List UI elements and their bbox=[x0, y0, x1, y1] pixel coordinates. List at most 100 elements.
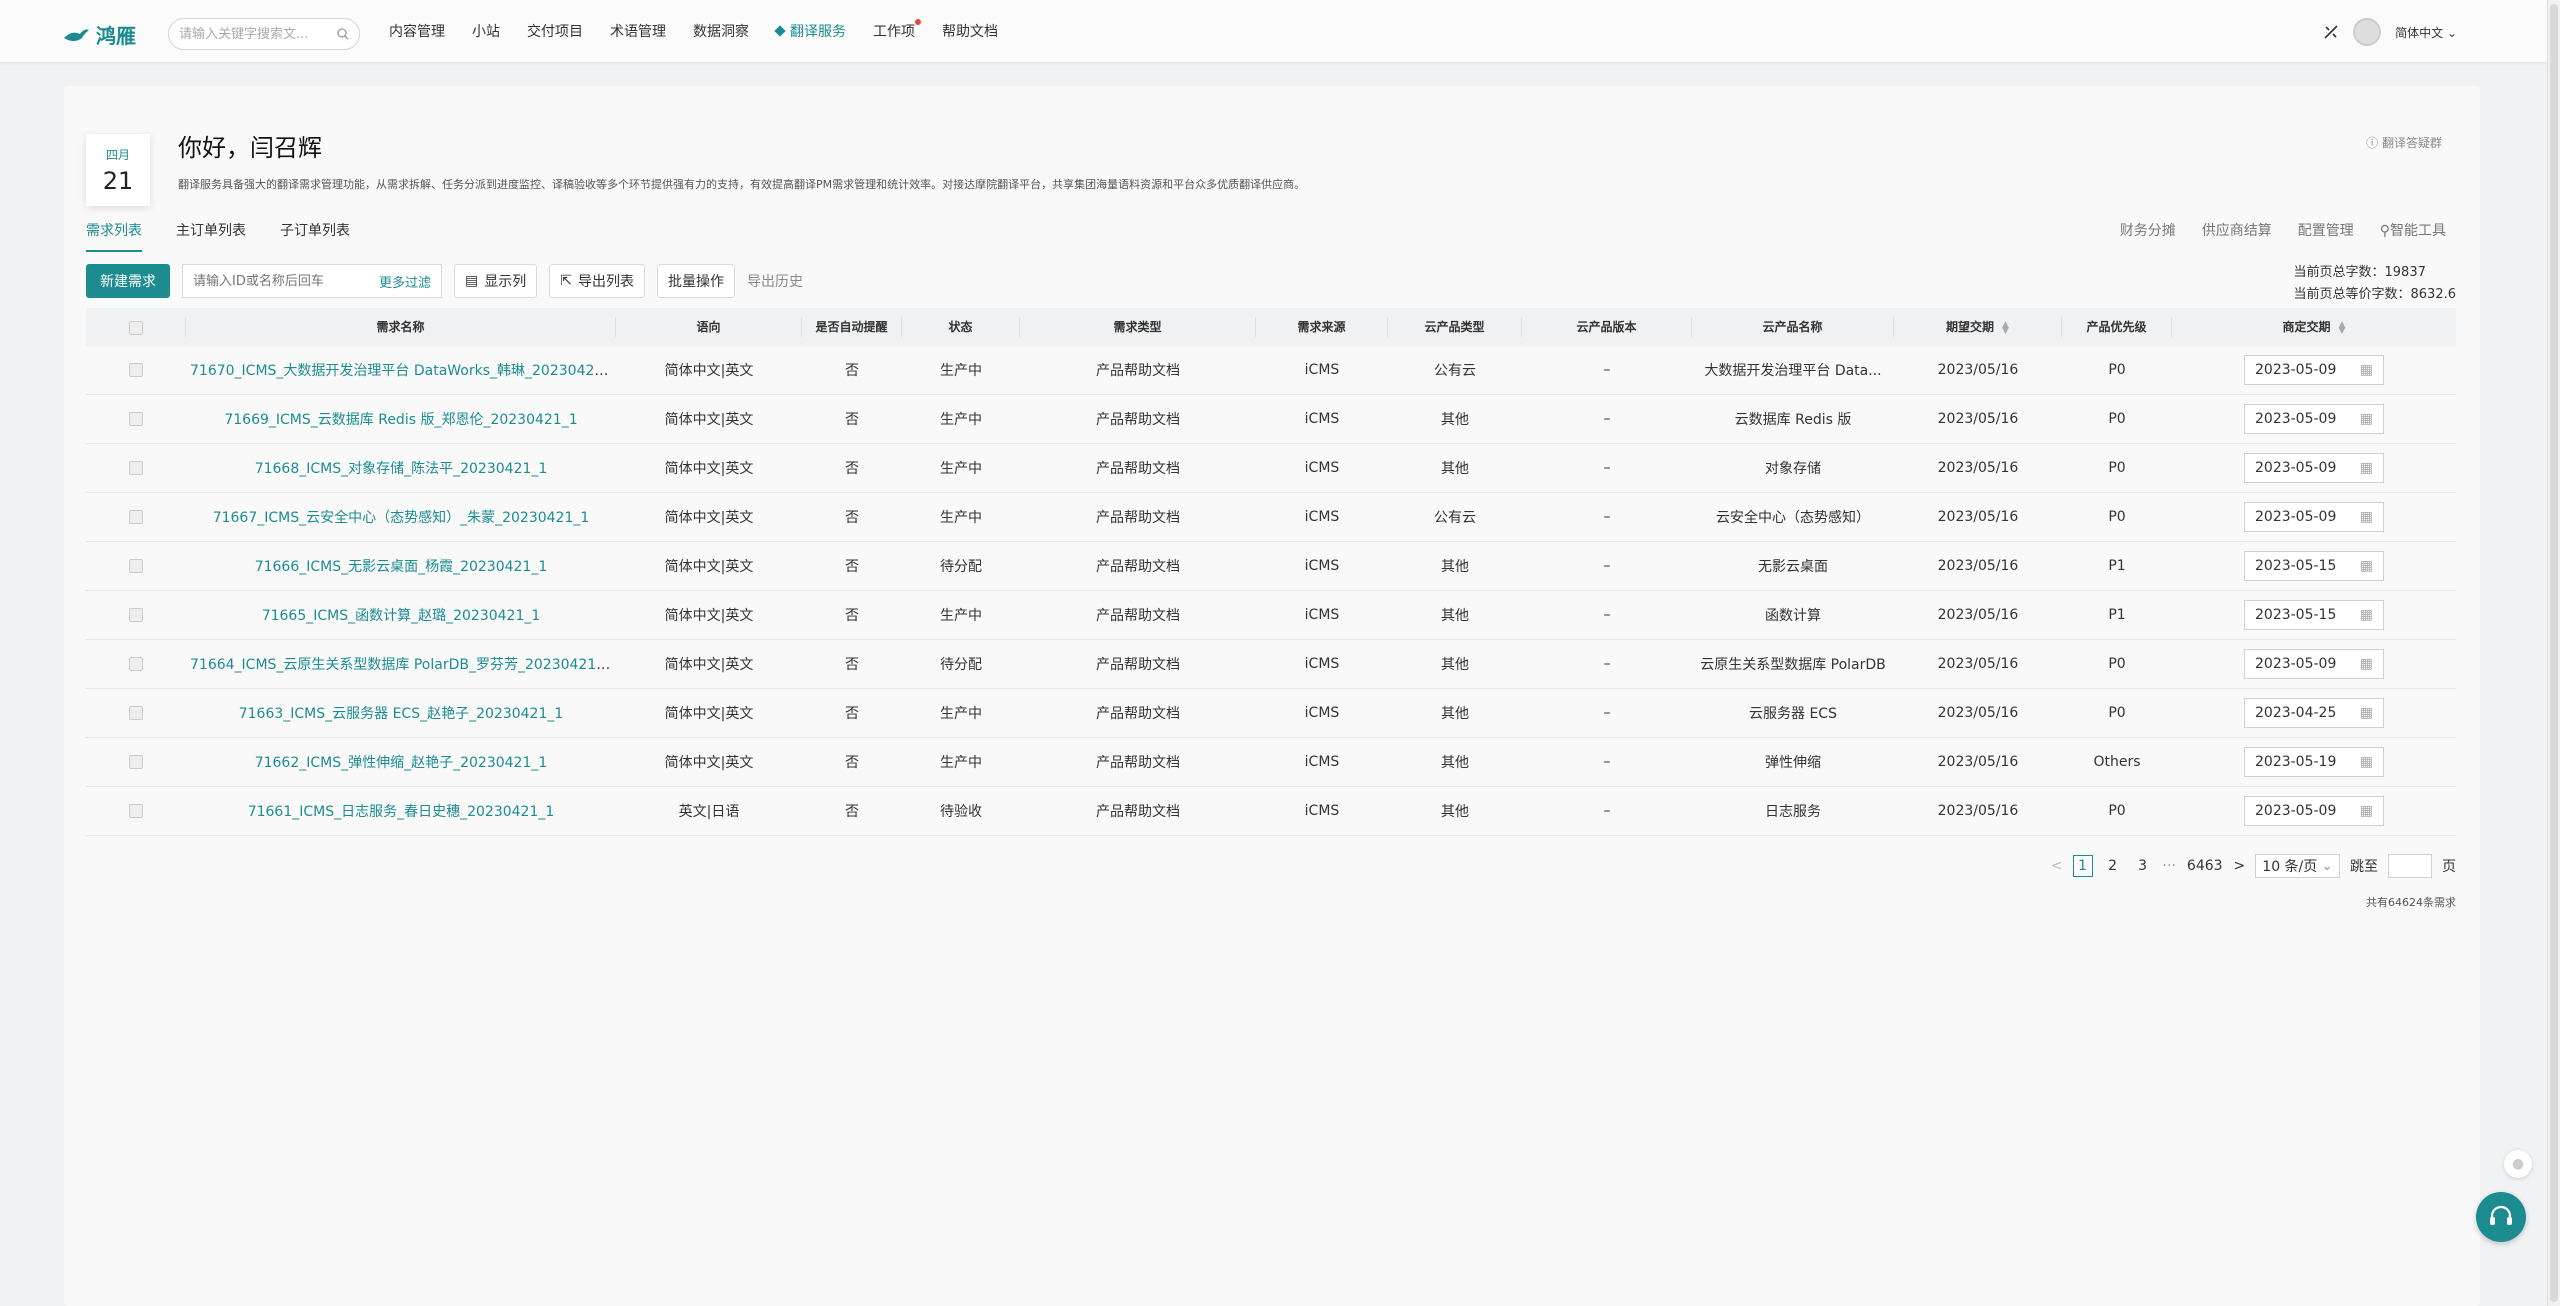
nav-item-translation[interactable]: 翻译服务 bbox=[774, 21, 846, 41]
sort-icon[interactable]: ▲ ▼ bbox=[2339, 320, 2346, 335]
date-picker[interactable]: 2023-05-09 ▦ bbox=[2244, 404, 2384, 434]
brand-logo[interactable]: 鸿雁 bbox=[62, 20, 136, 49]
table-cell: 简体中文|英文 bbox=[664, 608, 754, 624]
requirement-link[interactable]: 71669_ICMS_云数据库 Redis 版_郑恩伦_20230421_1 bbox=[224, 412, 577, 428]
word-counts: 当前页总字数：19837 当前页总等价字数：8632.6 bbox=[2294, 262, 2457, 306]
jump-page-input[interactable] bbox=[2388, 854, 2432, 878]
tab-sub-orders[interactable]: 子订单列表 bbox=[280, 220, 350, 252]
row-checkbox[interactable] bbox=[129, 804, 143, 818]
tool-finance[interactable]: 财务分摊 bbox=[2120, 220, 2176, 240]
table-row[interactable]: 71664_ICMS_云原生关系型数据库 PolarDB_罗芬芳_2023042… bbox=[86, 640, 2456, 689]
row-checkbox[interactable] bbox=[129, 510, 143, 524]
search-input[interactable] bbox=[179, 26, 337, 42]
row-checkbox[interactable] bbox=[129, 755, 143, 769]
page-last[interactable]: 6463 bbox=[2186, 855, 2224, 877]
row-checkbox[interactable] bbox=[129, 412, 143, 426]
language-switcher[interactable]: 简体中文 ⌄ bbox=[2395, 24, 2457, 41]
search-icon[interactable] bbox=[337, 28, 349, 40]
requirement-link[interactable]: 71663_ICMS_云服务器 ECS_赵艳子_20230421_1 bbox=[239, 706, 564, 722]
date-picker[interactable]: 2023-05-09 ▦ bbox=[2244, 355, 2384, 385]
table-row[interactable]: 71665_ICMS_函数计算_赵璐_20230421_1 简体中文|英文 否 生产中… bbox=[86, 591, 2456, 640]
date-picker[interactable]: 2023-05-09 ▦ bbox=[2244, 649, 2384, 679]
feedback-bubble-icon[interactable]: ● bbox=[2504, 1150, 2532, 1178]
customer-support-button[interactable] bbox=[2476, 1192, 2526, 1242]
table-row[interactable]: 71668_ICMS_对象存储_陈法平_20230421_1 简体中文|英文 否 生产… bbox=[86, 444, 2456, 493]
page-scrollbar[interactable] bbox=[2547, 0, 2560, 1306]
help-group-link[interactable]: ⓘ 翻译答疑群 bbox=[2366, 134, 2442, 151]
table-cell: 简体中文|英文 bbox=[664, 559, 754, 575]
requirement-link[interactable]: 71667_ICMS_云安全中心（态势感知）_朱蒙_20230421_1 bbox=[213, 510, 590, 526]
requirement-link[interactable]: 71661_ICMS_日志服务_春日史穗_20230421_1 bbox=[248, 804, 555, 820]
header-label: 期望交期 bbox=[1946, 320, 1995, 334]
date-month: 四月 bbox=[105, 148, 130, 162]
table-cell: 简体中文|英文 bbox=[664, 461, 754, 477]
row-checkbox-cell bbox=[86, 558, 186, 574]
header-sortable-cell[interactable]: 期望交期 ▲ ▼ bbox=[1894, 317, 2062, 337]
columns-button[interactable]: ▤ 显示列 bbox=[454, 264, 538, 298]
page-1[interactable]: 1 bbox=[2072, 855, 2093, 877]
table-row[interactable]: 71666_ICMS_无影云桌面_杨霞_20230421_1 简体中文|英文 否 待分… bbox=[86, 542, 2456, 591]
requirement-link[interactable]: 71665_ICMS_函数计算_赵璐_20230421_1 bbox=[262, 608, 541, 624]
global-search[interactable] bbox=[168, 18, 360, 50]
more-filter-link[interactable]: 更多过滤 bbox=[379, 272, 431, 291]
row-checkbox[interactable] bbox=[129, 706, 143, 720]
date-picker[interactable]: 2023-05-09 ▦ bbox=[2244, 796, 2384, 826]
tab-main-orders[interactable]: 主订单列表 bbox=[176, 220, 246, 252]
nav-item-terms[interactable]: 术语管理 bbox=[610, 21, 666, 41]
prev-page-button[interactable]: < bbox=[2051, 858, 2063, 874]
nav-item-site[interactable]: 小站 bbox=[472, 21, 500, 41]
page-2[interactable]: 2 bbox=[2103, 855, 2123, 877]
select-all-checkbox[interactable] bbox=[128, 320, 143, 335]
date-picker[interactable]: 2023-05-09 ▦ bbox=[2244, 453, 2384, 483]
requirement-link[interactable]: 71670_ICMS_大数据开发治理平台 DataWorks_韩琳_202304… bbox=[190, 363, 616, 379]
row-checkbox[interactable] bbox=[129, 559, 143, 573]
date-picker[interactable]: 2023-05-15 ▦ bbox=[2244, 551, 2384, 581]
requirement-link[interactable]: 71666_ICMS_无影云桌面_杨霞_20230421_1 bbox=[255, 559, 548, 575]
row-checkbox[interactable] bbox=[129, 461, 143, 475]
nav-item-content[interactable]: 内容管理 bbox=[389, 21, 445, 41]
nav-item-help[interactable]: 帮助文档 bbox=[942, 21, 998, 41]
date-picker[interactable]: 2023-05-09 ▦ bbox=[2244, 502, 2384, 532]
nav-item-workitems[interactable]: 工作项 bbox=[873, 19, 921, 41]
row-checkbox[interactable] bbox=[129, 608, 143, 622]
nav-item-delivery[interactable]: 交付项目 bbox=[527, 21, 583, 41]
table-cell: 产品帮助文档 bbox=[1096, 804, 1180, 820]
batch-button[interactable]: 批量操作 bbox=[656, 264, 735, 298]
page-size-select[interactable]: 10 条/页 ⌄ bbox=[2255, 854, 2340, 878]
table-row[interactable]: 71663_ICMS_云服务器 ECS_赵艳子_20230421_1 简体中文|英… bbox=[86, 689, 2456, 738]
requirements-table: 需求名称 语向 是否自动提醒 状态 需求类型 需求来源 云产品类型 云产品版本 … bbox=[86, 308, 2456, 836]
date-picker[interactable]: 2023-05-19 ▦ bbox=[2244, 747, 2384, 777]
requirement-link[interactable]: 71664_ICMS_云原生关系型数据库 PolarDB_罗芬芳_2023042… bbox=[190, 657, 612, 673]
date-picker[interactable]: 2023-05-15 ▦ bbox=[2244, 600, 2384, 630]
requirement-link[interactable]: 71662_ICMS_弹性伸缩_赵艳子_20230421_1 bbox=[255, 755, 548, 771]
tool-supplier-settlement[interactable]: 供应商结算 bbox=[2202, 220, 2272, 240]
filter-input[interactable] bbox=[193, 273, 379, 289]
table-row[interactable]: 71670_ICMS_大数据开发治理平台 DataWorks_韩琳_202304… bbox=[86, 346, 2456, 395]
table-row[interactable]: 71661_ICMS_日志服务_春日史穗_20230421_1 英文|日语 否 待验收… bbox=[86, 787, 2456, 836]
tab-requirements[interactable]: 需求列表 bbox=[86, 220, 142, 252]
avatar[interactable] bbox=[2353, 18, 2382, 46]
new-requirement-button[interactable]: 新建需求 bbox=[86, 264, 170, 298]
tool-smart[interactable]: ⚲智能工具 bbox=[2380, 220, 2446, 240]
requirement-link[interactable]: 71668_ICMS_对象存储_陈法平_20230421_1 bbox=[255, 461, 548, 477]
date-picker[interactable]: 2023-04-25 ▦ bbox=[2244, 698, 2384, 728]
tools-icon[interactable] bbox=[2323, 24, 2339, 40]
next-page-button[interactable]: > bbox=[2234, 858, 2246, 874]
table-row[interactable]: 71662_ICMS_弹性伸缩_赵艳子_20230421_1 简体中文|英文 否 生产… bbox=[86, 738, 2456, 787]
row-checkbox[interactable] bbox=[129, 363, 143, 377]
header-sortable-cell[interactable]: 商定交期 ▲ ▼ bbox=[2172, 317, 2456, 337]
table-cell: – bbox=[1603, 460, 1611, 476]
export-history-link[interactable]: 导出历史 bbox=[747, 271, 803, 291]
scrollbar-thumb[interactable] bbox=[2550, 4, 2558, 1302]
row-checkbox[interactable] bbox=[129, 657, 143, 671]
table-row[interactable]: 71669_ICMS_云数据库 Redis 版_郑恩伦_20230421_1 简体… bbox=[86, 395, 2456, 444]
export-button[interactable]: ⇱ 导出列表 bbox=[549, 264, 645, 298]
page-ellipsis[interactable]: ··· bbox=[2163, 858, 2176, 874]
jump-label: 跳至 bbox=[2350, 859, 2378, 875]
header-label: 商定交期 bbox=[2282, 320, 2331, 334]
table-row[interactable]: 71667_ICMS_云安全中心（态势感知）_朱蒙_20230421_1 简体中文… bbox=[86, 493, 2456, 542]
page-3[interactable]: 3 bbox=[2133, 855, 2153, 877]
nav-item-insights[interactable]: 数据洞察 bbox=[693, 21, 749, 41]
tool-config[interactable]: 配置管理 bbox=[2298, 220, 2354, 240]
sort-icon[interactable]: ▲ ▼ bbox=[2002, 320, 2009, 335]
